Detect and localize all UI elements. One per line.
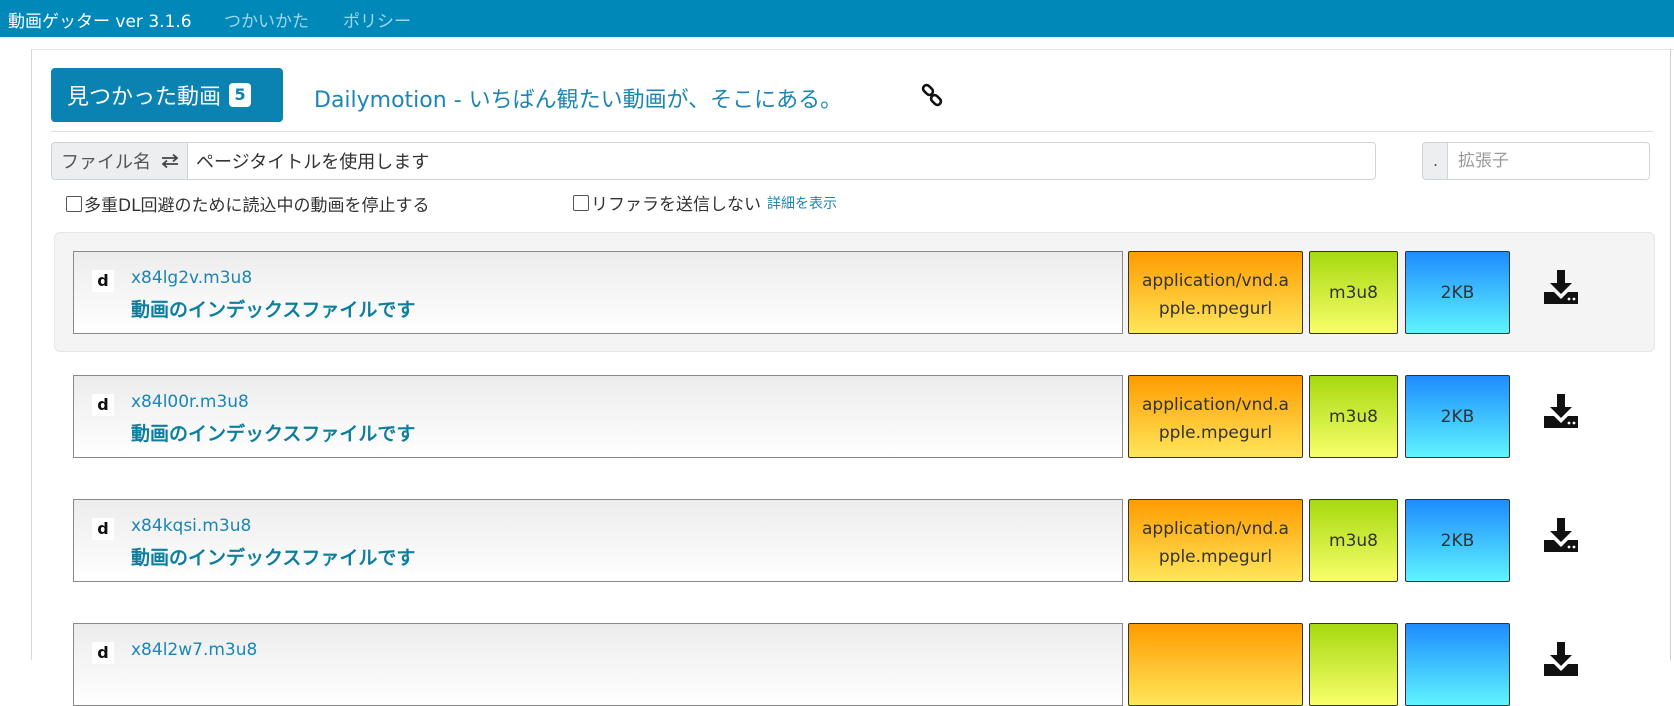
stop-loading-label: 多重DL回避のために読込中の動画を停止する bbox=[84, 196, 430, 216]
mime-line-2: pple.mpegurl bbox=[1158, 422, 1273, 443]
page-title: Dailymotion - いちばん観たい動画が、そこにある。 bbox=[314, 88, 843, 113]
mime-line-1: application/vnd.a bbox=[1142, 270, 1289, 291]
details-link[interactable]: 詳細を表示 bbox=[767, 193, 837, 213]
extension-dot-addon: . bbox=[1422, 142, 1448, 180]
video-card[interactable]: d x84kqsi.m3u8 動画のインデックスファイルです bbox=[73, 499, 1123, 582]
dailymotion-icon: d bbox=[92, 518, 114, 540]
nav-link-usage[interactable]: つかいかた bbox=[224, 7, 309, 32]
found-videos-button[interactable]: 見つかった動画 5 bbox=[51, 68, 283, 122]
video-filename[interactable]: x84l00r.m3u8 bbox=[131, 392, 249, 412]
video-description: 動画のインデックスファイルです bbox=[131, 299, 416, 321]
download-icon[interactable] bbox=[1542, 516, 1580, 554]
mime-type-tag: application/vnd.a pple.mpegurl bbox=[1128, 375, 1303, 458]
download-icon[interactable] bbox=[1542, 392, 1580, 430]
size-tag: 2KB bbox=[1405, 499, 1510, 582]
app-brand[interactable]: 動画ゲッター ver 3.1.6 bbox=[8, 7, 192, 32]
video-description: 動画のインデックスファイルです bbox=[131, 423, 416, 445]
link-icon[interactable] bbox=[920, 83, 944, 107]
size-tag bbox=[1405, 623, 1510, 706]
video-card[interactable]: d x84l00r.m3u8 動画のインデックスファイルです bbox=[73, 375, 1123, 458]
mime-line-2: pple.mpegurl bbox=[1158, 546, 1273, 567]
no-referrer-checkbox[interactable] bbox=[573, 194, 589, 211]
video-card[interactable]: d x84l2w7.m3u8 bbox=[73, 623, 1123, 706]
mime-line-1: application/vnd.a bbox=[1142, 518, 1289, 539]
no-referrer-label: リファラを送信しない bbox=[591, 195, 761, 215]
scrollbar-edge bbox=[1670, 49, 1671, 660]
size-tag: 2KB bbox=[1405, 375, 1510, 458]
dailymotion-icon: d bbox=[92, 394, 114, 416]
filename-swap-button[interactable]: ファイル名 bbox=[51, 142, 188, 180]
stop-loading-checkbox[interactable] bbox=[66, 195, 82, 212]
mime-line-2: pple.mpegurl bbox=[1158, 298, 1273, 319]
video-filename[interactable]: x84l2w7.m3u8 bbox=[131, 640, 257, 660]
nav-link-policy[interactable]: ポリシー bbox=[343, 7, 411, 32]
filename-label: ファイル名 bbox=[61, 152, 151, 173]
video-filename[interactable]: x84kqsi.m3u8 bbox=[131, 516, 251, 536]
size-tag: 2KB bbox=[1405, 251, 1510, 334]
dailymotion-icon: d bbox=[92, 642, 114, 664]
video-filename[interactable]: x84lg2v.m3u8 bbox=[131, 268, 252, 288]
swap-arrows-icon bbox=[161, 153, 179, 169]
stop-loading-option[interactable]: 多重DL回避のために読込中の動画を停止する bbox=[66, 191, 430, 216]
mime-type-tag: application/vnd.a pple.mpegurl bbox=[1128, 251, 1303, 334]
download-icon[interactable] bbox=[1542, 268, 1580, 306]
header-divider bbox=[51, 131, 1653, 132]
mime-line-1: application/vnd.a bbox=[1142, 394, 1289, 415]
extension-tag: m3u8 bbox=[1309, 499, 1398, 582]
found-count-badge: 5 bbox=[229, 83, 252, 107]
extension-tag: m3u8 bbox=[1309, 375, 1398, 458]
video-card[interactable]: d x84lg2v.m3u8 動画のインデックスファイルです bbox=[73, 251, 1123, 334]
video-description: 動画のインデックスファイルです bbox=[131, 547, 416, 569]
extension-input[interactable] bbox=[1447, 142, 1650, 180]
dailymotion-icon: d bbox=[92, 270, 114, 292]
found-videos-label: 見つかった動画 bbox=[67, 85, 222, 110]
mime-type-tag bbox=[1128, 623, 1303, 706]
download-icon[interactable] bbox=[1542, 640, 1580, 678]
filename-input[interactable] bbox=[187, 142, 1376, 180]
extension-tag: m3u8 bbox=[1309, 251, 1398, 334]
extension-tag bbox=[1309, 623, 1398, 706]
no-referrer-option[interactable]: リファラを送信しない 詳細を表示 bbox=[573, 190, 837, 215]
mime-type-tag: application/vnd.a pple.mpegurl bbox=[1128, 499, 1303, 582]
top-navbar: 動画ゲッター ver 3.1.6 つかいかた ポリシー bbox=[0, 0, 1674, 37]
